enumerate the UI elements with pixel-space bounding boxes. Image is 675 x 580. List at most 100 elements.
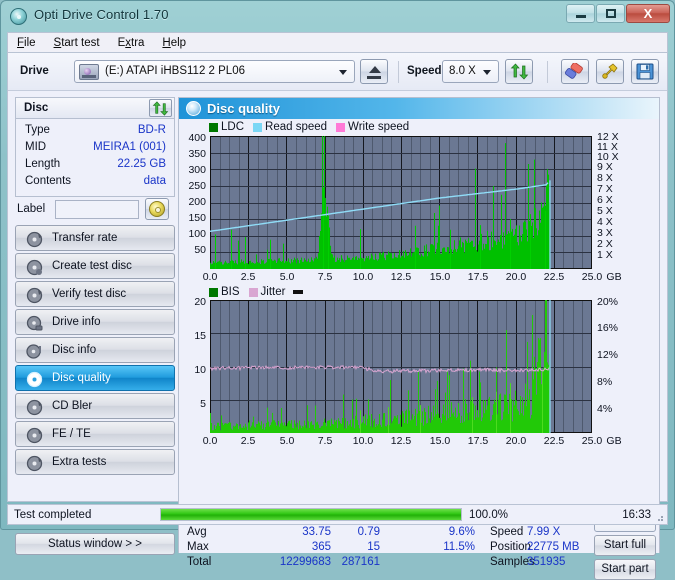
disc-label-row: Label	[15, 197, 175, 223]
floppy-save-icon	[636, 63, 654, 80]
erase-button[interactable]	[561, 59, 589, 84]
sidebar-item-fe-te[interactable]: FE / TE	[15, 421, 175, 447]
refresh-button[interactable]	[505, 59, 533, 84]
bottom-ytick-15: 15	[194, 330, 206, 342]
status-window-button[interactable]: Status window > >	[15, 533, 175, 555]
sidebar-item-create-test-disc[interactable]: Create test disc	[15, 253, 175, 279]
bottom-xtick-2.5: 2.5	[240, 435, 256, 447]
progress-percent: 100.0%	[469, 509, 509, 521]
toolbar-divider-2	[547, 61, 548, 83]
stats-row-label-avg: Avg	[187, 526, 207, 538]
tools-button[interactable]	[596, 59, 624, 84]
disc-label-input[interactable]	[55, 200, 139, 219]
sidebar-label-verify-test-disc: Verify test disc	[52, 288, 127, 300]
disc-row-label-contents: Contents	[25, 175, 72, 187]
bottom-right-tick-20: 20%	[597, 296, 619, 308]
window-controls: X	[565, 4, 670, 23]
menu-item-start-test[interactable]: Start test	[45, 35, 109, 51]
menu-item-help[interactable]: Help	[153, 35, 195, 51]
disc-quality-panel: Disc quality LDC Read speed Write speed …	[178, 97, 660, 580]
bottom-xtick-5: 5.0	[279, 435, 295, 447]
stats-avg-ldc: 33.75	[302, 526, 331, 538]
tools-icon	[602, 63, 618, 79]
stats-speed-label: Speed	[490, 526, 524, 538]
bottom-right-tick-16: 16%	[597, 322, 619, 334]
bottom-xtick-7.5: 7.5	[317, 435, 333, 447]
top-xtick-17.5: 17.5	[467, 271, 489, 283]
menu-item-extra[interactable]: Extra	[109, 35, 154, 51]
drive-select[interactable]: (E:) ATAPI iHBS112 2 PL06	[74, 60, 355, 83]
disc-header-label: Disc	[24, 102, 49, 114]
legend-swatch-cursor	[293, 290, 304, 294]
panel-title: Disc quality	[207, 101, 280, 116]
progress-fill	[161, 509, 461, 520]
sidebar-label-disc-quality: Disc quality	[52, 372, 111, 384]
sidebar-item-cd-bler[interactable]: CD Bler	[15, 393, 175, 419]
bottom-xtick-12.5: 12.5	[390, 435, 412, 447]
disc-verify-icon	[26, 287, 43, 304]
speed-label: Speed	[407, 65, 442, 77]
menu-item-file[interactable]: FFileile	[8, 35, 45, 51]
sidebar-label-drive-info: Drive info	[52, 316, 101, 328]
sidebar-label-fe-te: FE / TE	[52, 428, 91, 440]
top-xtick-15: 15.0	[429, 271, 451, 283]
bottom-right-tick-12: 12%	[597, 349, 619, 361]
start-full-button[interactable]: Start full	[594, 535, 656, 556]
disc-row-label-type: Type	[25, 124, 50, 136]
minimize-button[interactable]	[566, 4, 595, 23]
refresh-arrows-icon	[152, 101, 169, 116]
top-xtick-20: 20.0	[505, 271, 527, 283]
top-ytick-100: 100	[188, 228, 206, 240]
cd-disc-icon	[149, 201, 165, 217]
sidebar-item-disc-quality[interactable]: Disc quality	[15, 365, 175, 391]
maximize-icon	[605, 9, 616, 18]
stats-avg-bis: 0.79	[357, 526, 380, 538]
sidebar-item-transfer-rate[interactable]: Transfer rate	[15, 225, 175, 251]
chevron-down-icon	[483, 70, 491, 75]
sidebar-item-extra-tests[interactable]: Extra tests	[15, 449, 175, 475]
stats-row-label-max: Max	[187, 541, 209, 553]
speed-select[interactable]: 8.0 X	[442, 60, 499, 83]
app-disc-icon	[10, 8, 27, 25]
menu-bar: FFileile Start test Extra Help	[7, 32, 668, 52]
drive-icon	[79, 64, 99, 80]
disc-row-value-contents: data	[143, 175, 166, 187]
legend-label-bis: BIS	[221, 286, 240, 298]
drive-label: Drive	[20, 65, 49, 77]
disc-info-box: Type BD-R MID MEIRA1 (001) Length 22.25 …	[15, 119, 175, 197]
cd-bler-icon	[26, 399, 43, 416]
drive-info-icon	[26, 315, 43, 331]
stats-total-ldc: 12299683	[279, 556, 331, 568]
bottom-xtick-22.5: 22.5	[543, 435, 565, 447]
bottom-xtick-17.5: 17.5	[467, 435, 489, 447]
stats-samples-value: 351935	[527, 556, 566, 568]
resize-grip-icon[interactable]	[654, 512, 664, 522]
top-xtick-7.5: 7.5	[317, 271, 333, 283]
legend-swatch-read-speed	[253, 122, 263, 132]
sidebar-item-verify-test-disc[interactable]: Verify test disc	[15, 281, 175, 307]
sidebar-label-disc-info: Disc info	[52, 344, 97, 356]
disc-refresh-button[interactable]	[149, 99, 172, 117]
disc-row-value-type: BD-R	[137, 124, 166, 136]
save-button[interactable]	[631, 59, 659, 84]
disc-label-button[interactable]	[145, 198, 169, 220]
disc-test-icon	[26, 231, 43, 248]
stats-avg-jitter: 9.6%	[448, 526, 475, 538]
start-part-button[interactable]: Start part	[594, 559, 656, 580]
close-button[interactable]: X	[626, 4, 670, 23]
eject-button[interactable]	[360, 59, 388, 84]
legend-swatch-ldc	[209, 122, 218, 132]
top-ytick-200: 200	[188, 196, 206, 208]
sidebar-item-drive-info[interactable]: Drive info	[15, 309, 175, 335]
sidebar-label-extra-tests: Extra tests	[52, 456, 107, 468]
bottom-xtick-0: 0.0	[202, 435, 218, 447]
disc-row-value-mid: MEIRA1 (001)	[93, 141, 166, 153]
disc-quality-icon	[26, 371, 43, 388]
window-title: Opti Drive Control 1.70	[34, 7, 169, 22]
bottom-xaxis-unit: GB	[606, 435, 622, 447]
disc-row-label-mid: MID	[25, 141, 47, 153]
disc-row-value-length: 22.25 GB	[117, 158, 166, 170]
maximize-button[interactable]	[596, 4, 625, 23]
bottom-xtick-15: 15.0	[429, 435, 451, 447]
sidebar-item-disc-info[interactable]: Disc info	[15, 337, 175, 363]
